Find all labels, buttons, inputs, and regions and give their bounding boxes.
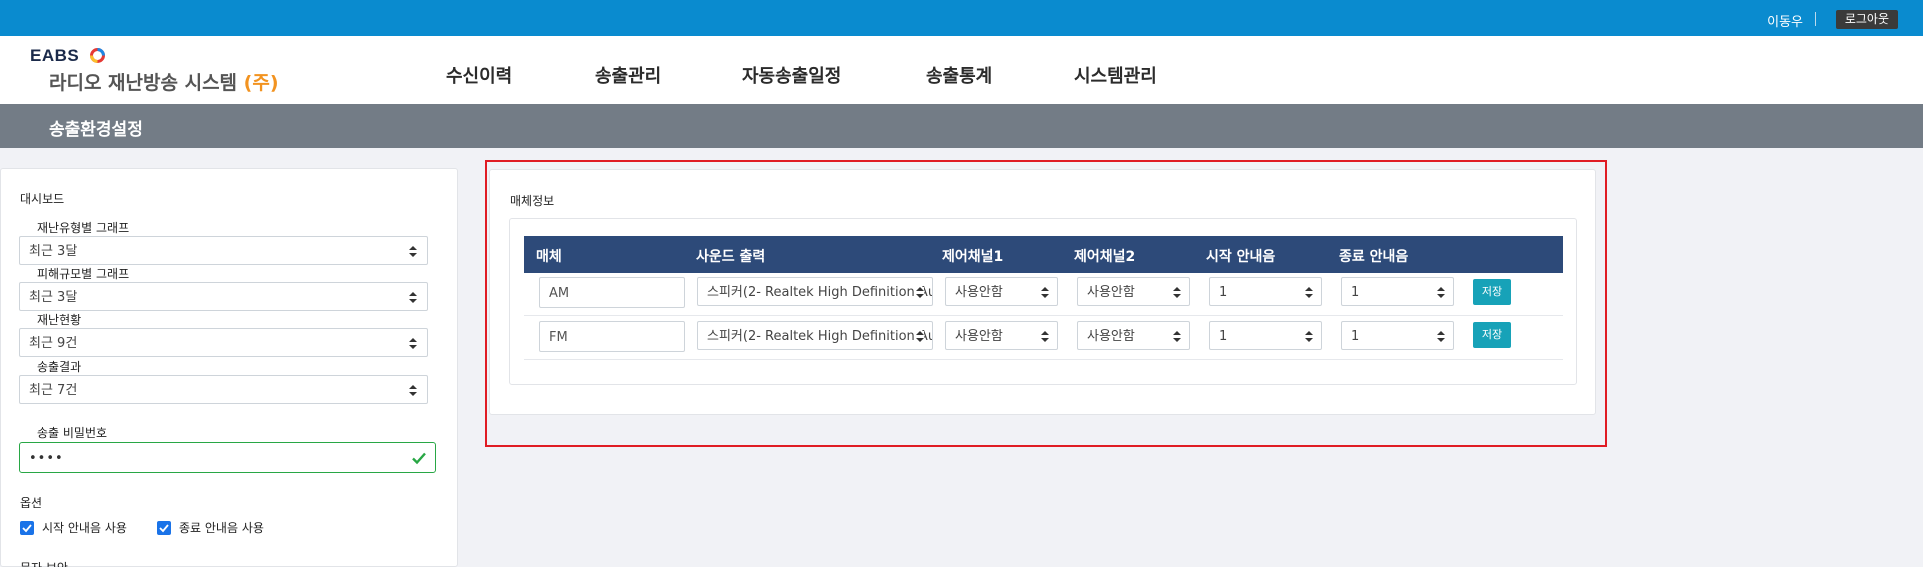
nav-receive-history[interactable]: 수신이력 [446,62,512,88]
broadcast-password-input[interactable]: •••• [19,442,436,473]
select-value: 최근 3달 [29,290,78,305]
password-value: •••• [29,451,64,466]
dashboard-label: 대시보드 [20,192,65,206]
top-bar: 이동우 로그아웃 [0,0,1923,36]
brand-logo-icon [90,48,105,63]
field-label-broadcast-result: 송출결과 [37,360,82,374]
select-damage-scale-graph[interactable]: 최근 3달 [19,282,428,311]
select-value: 최근 9건 [29,336,78,351]
select-value: 최근 3달 [29,244,78,259]
field-label-disaster-status: 재난현황 [37,313,82,327]
user-name: 이동우 [1767,15,1803,30]
partial-label: 문자 보안 [20,559,68,567]
options-label: 옵션 [20,496,43,510]
password-label: 송출 비밀번호 [37,426,108,440]
select-arrows-icon [409,246,417,257]
subtitle-corp: (주) [243,72,279,94]
option-end-sound-label: 종료 안내음 사용 [179,521,264,535]
select-arrows-icon [409,292,417,303]
nav-system-management[interactable]: 시스템관리 [1074,62,1157,88]
header: EABS 라디오 재난방송 시스템 (주) 수신이력 송출관리 자동송출일정 송… [0,36,1923,104]
system-subtitle: 라디오 재난방송 시스템 (주) [49,68,279,95]
checkmark-icon [22,524,32,533]
page-title-bar: 송출환경설정 [0,104,1923,148]
divider [1815,12,1816,26]
field-label-disaster-type-graph: 재난유형별 그래프 [37,221,130,235]
brand-logo-text[interactable]: EABS [30,46,79,66]
nav-broadcast-management[interactable]: 송출관리 [595,62,661,88]
select-arrows-icon [409,338,417,349]
checkbox-start-sound[interactable] [20,521,34,535]
select-disaster-type-graph[interactable]: 최근 3달 [19,236,428,265]
logout-button[interactable]: 로그아웃 [1835,10,1898,29]
nav-auto-schedule[interactable]: 자동송출일정 [742,62,841,88]
select-broadcast-result[interactable]: 최근 7건 [19,375,428,404]
checkmark-icon [159,524,169,533]
field-label-damage-scale-graph: 피해규모별 그래프 [37,267,130,281]
option-start-sound-label: 시작 안내음 사용 [42,521,127,535]
nav-broadcast-stats[interactable]: 송출통계 [926,62,992,88]
highlight-box [485,160,1607,447]
check-icon [412,452,426,465]
select-value: 최근 7건 [29,383,78,398]
page-title: 송출환경설정 [49,120,143,140]
select-disaster-status[interactable]: 최근 9건 [19,328,428,357]
checkbox-end-sound[interactable] [157,521,171,535]
select-arrows-icon [409,385,417,396]
subtitle-main: 라디오 재난방송 시스템 [49,72,244,94]
